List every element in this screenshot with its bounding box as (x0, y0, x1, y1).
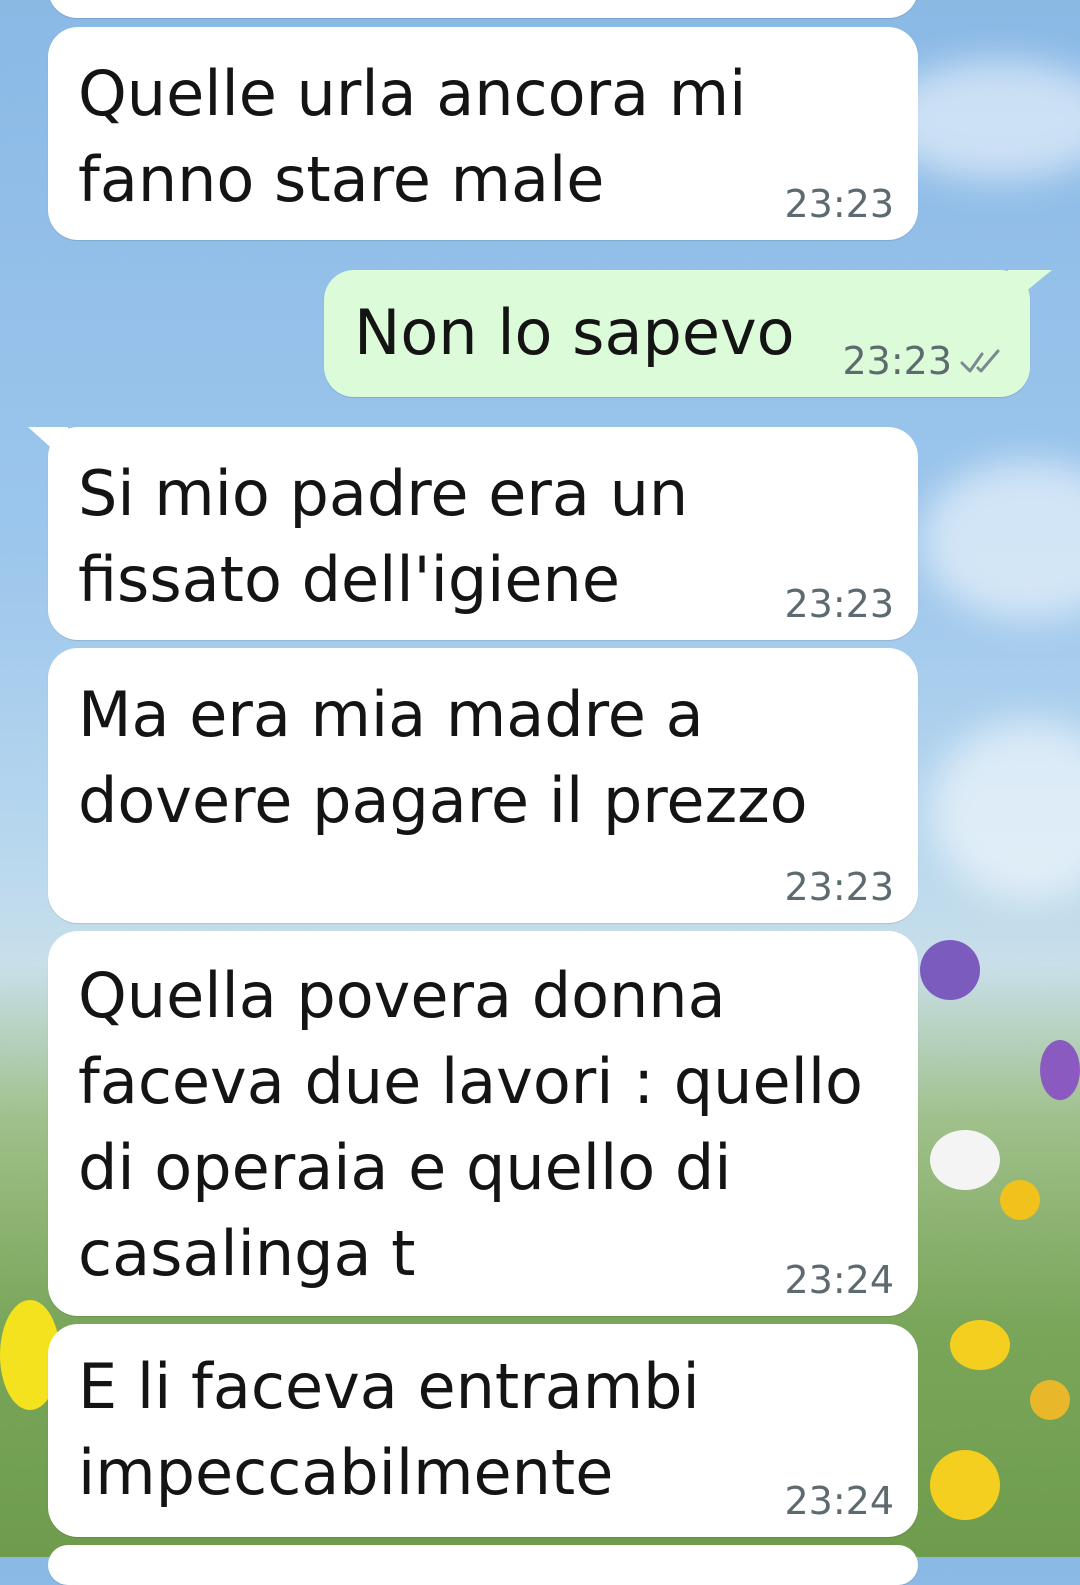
message-timestamp: 23:23 (784, 582, 894, 626)
message-text: E li faceva entrambi impeccabilmente (78, 1350, 700, 1509)
message-timestamp: 23:24 (784, 1479, 894, 1523)
message-timestamp: 23:23 (784, 182, 894, 226)
message-text: Quelle urla ancora mi fanno stare male (78, 57, 747, 216)
message-text: Si mio padre era un fissato dell'igiene (78, 457, 689, 616)
message-time: 23:23 (842, 339, 952, 383)
message-bubble-incoming[interactable]: E li faceva entrambi impeccabilmente 23:… (48, 1324, 918, 1537)
message-text: Quella povera donna faceva due lavori : … (78, 959, 863, 1290)
bubble-tail (28, 427, 68, 463)
message-time: 23:24 (784, 1479, 894, 1523)
read-ticks-icon (960, 349, 1000, 373)
message-bubble-incoming[interactable] (48, 0, 918, 18)
message-text: Ma era mia madre a dovere pagare il prez… (78, 678, 808, 837)
message-time: 23:23 (784, 182, 894, 226)
message-time: 23:24 (784, 1258, 894, 1302)
message-timestamp: 23:24 (784, 1258, 894, 1302)
message-bubble-incoming[interactable] (48, 1545, 918, 1585)
message-bubble-incoming[interactable]: Ma era mia madre a dovere pagare il prez… (48, 648, 918, 923)
message-bubble-incoming[interactable]: Si mio padre era un fissato dell'igiene … (28, 427, 918, 640)
message-bubble-incoming[interactable]: Quelle urla ancora mi fanno stare male 2… (48, 27, 918, 240)
message-time: 23:23 (784, 865, 894, 909)
message-timestamp: 23:23 (784, 865, 894, 909)
bubble-tail (1008, 270, 1052, 306)
message-bubble-outgoing[interactable]: Non lo sapevo 23:23 (324, 270, 1052, 397)
message-time: 23:23 (784, 582, 894, 626)
message-bubble-incoming[interactable]: Quella povera donna faceva due lavori : … (48, 931, 918, 1316)
message-timestamp: 23:23 (842, 339, 1006, 383)
